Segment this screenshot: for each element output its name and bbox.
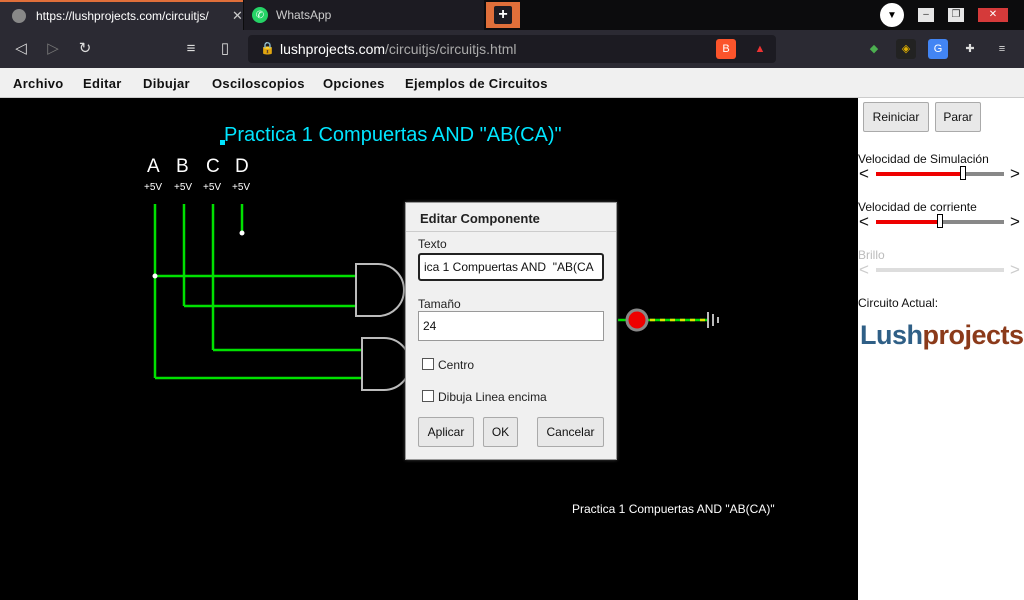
and-gate-2 bbox=[361, 337, 411, 391]
minimize-button[interactable]: – bbox=[918, 8, 934, 22]
sim-speed-slider[interactable]: < > bbox=[858, 164, 1024, 184]
apply-button[interactable]: Aplicar bbox=[418, 417, 474, 447]
slider-fill bbox=[876, 220, 940, 224]
tab-title: WhatsApp bbox=[276, 8, 332, 22]
dialog-title: Editar Componente bbox=[420, 211, 540, 226]
menu-opciones[interactable]: Opciones bbox=[323, 76, 385, 91]
window-controls: ▼ – ❐ ✕ bbox=[880, 2, 1024, 28]
reader-icon[interactable]: ≡ bbox=[180, 38, 202, 60]
menu-archivo[interactable]: Archivo bbox=[13, 76, 64, 91]
extension-icon[interactable]: ◆ bbox=[864, 39, 884, 59]
tab-circuitjs[interactable]: https://lushprojects.com/circuitjs/ ✕ bbox=[0, 0, 243, 30]
address-bar[interactable]: 🔒 lushprojects.com/circuitjs/circuitjs.h… bbox=[248, 35, 776, 63]
left-arrow-icon[interactable]: < bbox=[859, 212, 869, 232]
close-window-button[interactable]: ✕ bbox=[978, 8, 1008, 22]
tab-whatsapp[interactable]: ✆ WhatsApp bbox=[244, 0, 484, 30]
linea-checkbox[interactable] bbox=[422, 390, 434, 402]
close-tab-icon[interactable]: ✕ bbox=[232, 8, 243, 24]
back-icon[interactable]: ◁ bbox=[10, 38, 32, 60]
and-gates[interactable] bbox=[355, 263, 411, 391]
app-menu-bar: Archivo Editar Dibujar Osciloscopios Opc… bbox=[0, 68, 1024, 98]
sim-speed-label: Velocidad de Simulación bbox=[858, 152, 989, 166]
left-arrow-icon: < bbox=[859, 260, 869, 279]
menu-icon[interactable]: ≡ bbox=[992, 39, 1012, 59]
plus-icon: + bbox=[494, 6, 512, 24]
current-speed-slider[interactable]: < > bbox=[858, 212, 1024, 232]
texto-label: Texto bbox=[418, 237, 447, 251]
menu-osciloscopios[interactable]: Osciloscopios bbox=[212, 76, 305, 91]
menu-dibujar[interactable]: Dibujar bbox=[143, 76, 190, 91]
puzzle-icon[interactable]: ✚ bbox=[960, 39, 980, 59]
circuit-label: Circuito Actual: bbox=[858, 296, 939, 310]
centro-label: Centro bbox=[438, 358, 475, 372]
stop-button[interactable]: Parar bbox=[935, 102, 981, 132]
circuit-bottom-text[interactable]: Practica 1 Compuertas AND "AB(CA)" bbox=[572, 502, 775, 516]
reload-icon[interactable]: ↻ bbox=[74, 38, 96, 60]
slider-thumb[interactable] bbox=[960, 166, 966, 180]
maximize-button[interactable]: ❐ bbox=[948, 8, 964, 22]
forward-icon[interactable]: ▷ bbox=[42, 38, 64, 60]
lushprojects-logo[interactable]: Lushprojects bbox=[860, 320, 1024, 351]
account-icon[interactable]: ▼ bbox=[880, 3, 904, 27]
tab-title: https://lushprojects.com/circuitjs/ bbox=[36, 9, 209, 23]
centro-checkbox[interactable] bbox=[422, 358, 434, 370]
rewards-icon[interactable]: ▲ bbox=[750, 39, 770, 59]
ok-button[interactable]: OK bbox=[483, 417, 518, 447]
slider-track bbox=[876, 268, 1004, 272]
text-input[interactable] bbox=[418, 253, 604, 281]
brave-icon[interactable]: B bbox=[716, 39, 736, 59]
current-speed-label: Velocidad de corriente bbox=[858, 200, 977, 214]
binance-icon[interactable]: ◈ bbox=[896, 39, 916, 59]
reset-button[interactable]: Reiniciar bbox=[863, 102, 929, 132]
and-gate-1 bbox=[355, 263, 405, 317]
url-text: lushprojects.com/circuitjs/circuitjs.htm… bbox=[280, 41, 517, 57]
translate-icon[interactable]: G bbox=[928, 39, 948, 59]
divider bbox=[406, 231, 616, 232]
terminal-dot bbox=[239, 230, 245, 236]
menu-ejemplos[interactable]: Ejemplos de Circuitos bbox=[405, 76, 548, 91]
cancel-button[interactable]: Cancelar bbox=[537, 417, 604, 447]
size-input[interactable] bbox=[418, 311, 604, 341]
tab-bar: https://lushprojects.com/circuitjs/ ✕ ✆ … bbox=[0, 0, 1024, 30]
bookmark-icon[interactable]: ▯ bbox=[214, 38, 236, 60]
whatsapp-icon: ✆ bbox=[252, 7, 268, 23]
slider-thumb[interactable] bbox=[937, 214, 943, 228]
edit-component-dialog: Editar Componente Texto Tamaño Centro Di… bbox=[405, 202, 617, 460]
right-arrow-icon: > bbox=[1010, 260, 1020, 279]
lock-icon: 🔒 bbox=[260, 41, 275, 55]
left-arrow-icon[interactable]: < bbox=[859, 164, 869, 184]
right-arrow-icon[interactable]: > bbox=[1010, 164, 1020, 184]
tamano-label: Tamaño bbox=[418, 297, 461, 311]
globe-icon bbox=[12, 9, 26, 23]
right-arrow-icon[interactable]: > bbox=[1010, 212, 1020, 232]
wires bbox=[153, 204, 362, 380]
menu-editar[interactable]: Editar bbox=[83, 76, 122, 91]
new-tab-button[interactable]: + bbox=[486, 2, 520, 28]
junction-dot bbox=[152, 273, 158, 279]
output-probe[interactable] bbox=[618, 308, 719, 332]
navigation-bar: ◁ ▷ ↻ ≡ ▯ 🔒 lushprojects.com/circuitjs/c… bbox=[0, 30, 1024, 68]
linea-label: Dibuja Linea encima bbox=[438, 390, 547, 404]
control-panel: Reiniciar Parar Velocidad de Simulación … bbox=[858, 98, 1024, 600]
brightness-slider: < > bbox=[858, 260, 1024, 279]
slider-fill bbox=[876, 172, 963, 176]
